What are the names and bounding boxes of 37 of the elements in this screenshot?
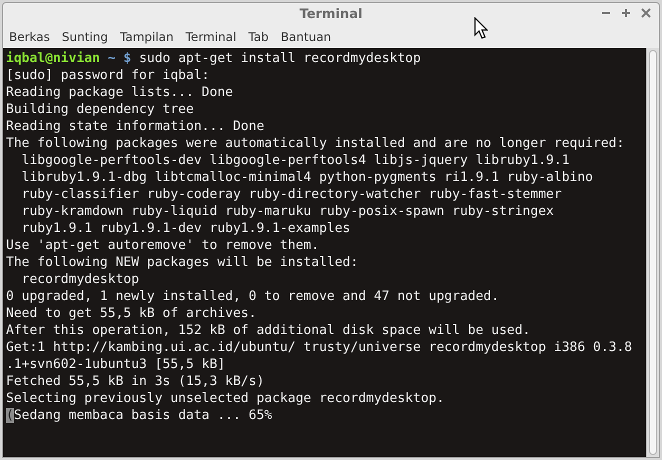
prompt-symbol: $ bbox=[123, 51, 132, 66]
output-line: ruby1.9.1 ruby1.9.1-dev ruby1.9.1-examples bbox=[20, 220, 352, 237]
menu-item[interactable]: Berkas bbox=[9, 28, 50, 46]
output-line: [sudo] password for iqbal: bbox=[6, 67, 210, 84]
output-line: After this operation, 152 kB of additional disk space will be used. bbox=[6, 322, 532, 339]
output-line: recordmydesktop bbox=[20, 271, 140, 288]
maximize-icon[interactable] bbox=[621, 8, 631, 18]
output-line: Selecting previously unselected package recordmydesktop. bbox=[6, 390, 446, 407]
output-line: libruby1.9.1-dbg libtcmalloc-minimal4 python-pygments ri1.9.1 ruby-albino bbox=[20, 169, 594, 186]
menu-item[interactable]: Sunting bbox=[62, 28, 108, 46]
command-text: sudo apt-get install recordmydesktop bbox=[139, 51, 421, 66]
text-cursor: ( bbox=[6, 408, 14, 423]
output-line: Use 'apt-get autoremove' to remove them. bbox=[6, 237, 320, 254]
output-line: ruby-classifier ruby-coderay ruby-directory-watcher ruby-fast-stemmer bbox=[20, 186, 563, 203]
output-line: 0 upgraded, 1 newly installed, 0 to remove and 47 not upgraded. bbox=[6, 288, 500, 305]
prompt-path: ~ bbox=[108, 51, 116, 66]
prompt-user-host: iqbal@nivian bbox=[6, 51, 100, 66]
output-line: Get:1 http://kambing.ui.ac.id/ubuntu/ trusty/universe recordmydesktop i386 0.3.8 bbox=[6, 339, 634, 356]
menu-item[interactable]: Terminal bbox=[186, 28, 236, 46]
scrollbar[interactable] bbox=[646, 48, 659, 457]
output-line: Reading state information... Done bbox=[6, 118, 266, 135]
output-line: The following packages were automatically installed and are no longer required: bbox=[6, 135, 626, 152]
output-line: ruby-kramdown ruby-liquid ruby-maruku ruby-posix-spawn ruby-stringex bbox=[20, 203, 555, 220]
mouse-pointer-icon bbox=[474, 17, 488, 39]
output-line: Sedang membaca basis data ... 65% bbox=[14, 408, 272, 423]
window-title: Terminal bbox=[300, 6, 362, 24]
output-line: .1+svn602-1ubuntu3 [55,5 kB] bbox=[6, 356, 226, 373]
output-line: Fetched 55,5 kB in 3s (15,3 kB/s) bbox=[6, 373, 266, 390]
menu-item[interactable]: Bantuan bbox=[280, 28, 332, 46]
output-line: libgoogle-perftools-dev libgoogle-perftools4 libjs-jquery libruby1.9.1 bbox=[20, 152, 571, 169]
menu-item[interactable]: Tampilan bbox=[120, 28, 174, 46]
output-line: Building dependency tree bbox=[6, 101, 195, 118]
output-line: Reading package lists... Done bbox=[6, 84, 234, 101]
menu-item[interactable]: Tab bbox=[248, 28, 269, 46]
output-line: Need to get 55,5 kB of archives. bbox=[6, 305, 258, 322]
close-icon[interactable] bbox=[641, 8, 651, 18]
output-line: The following NEW packages will be installed: bbox=[6, 254, 360, 271]
